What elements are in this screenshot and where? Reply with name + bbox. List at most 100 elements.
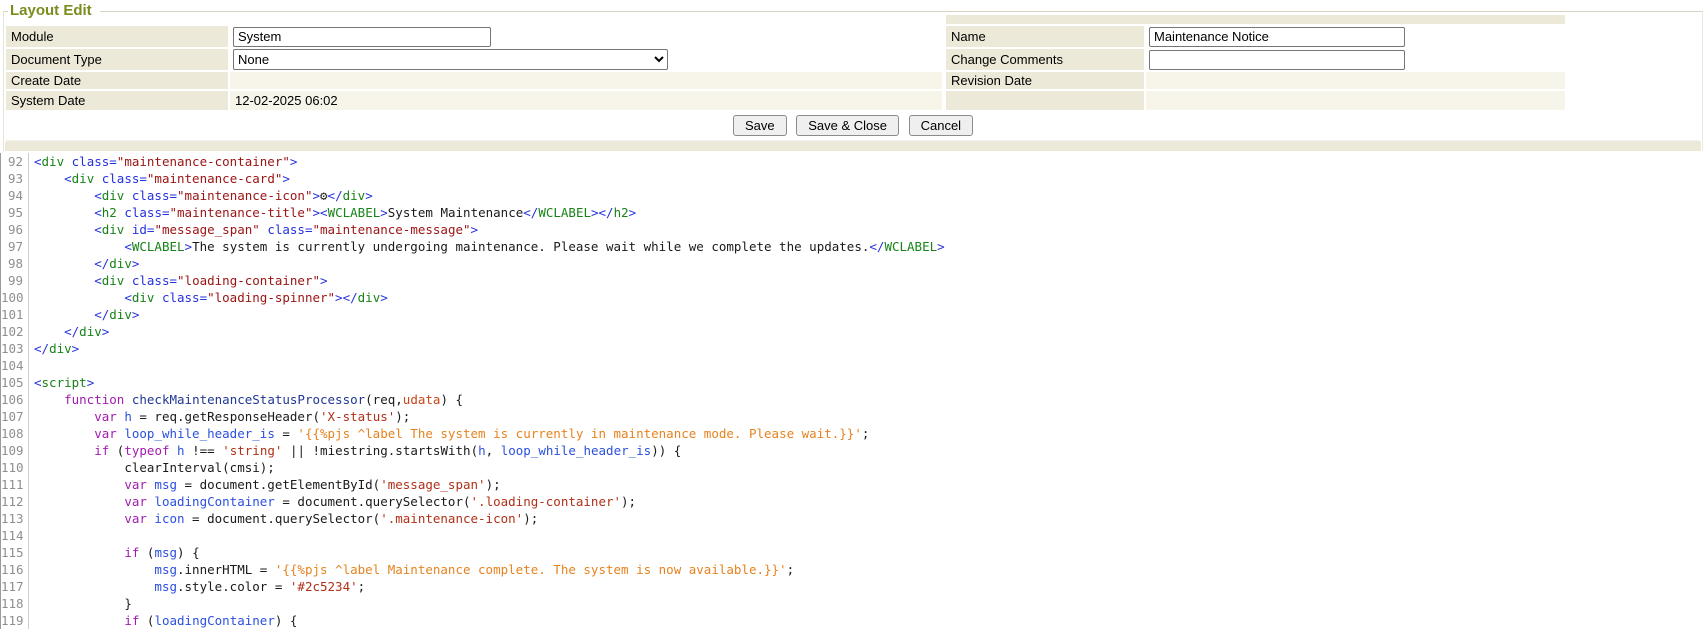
line-number: 102 — [1, 323, 29, 340]
empty-label-cell — [946, 91, 1144, 110]
code-text: <script> — [29, 374, 94, 391]
line-number: 112 — [1, 493, 29, 510]
line-number: 92 — [1, 153, 29, 170]
code-text: <div id="message_span" class="maintenanc… — [29, 221, 478, 238]
code-text: if (typeof h !== 'string' || !miestring.… — [29, 442, 681, 459]
code-text: var h = req.getResponseHeader('X-status'… — [29, 408, 410, 425]
code-text: <h2 class="maintenance-title"><WCLABEL>S… — [29, 204, 636, 221]
code-line: 118 } — [1, 595, 1706, 612]
code-text: if (msg) { — [29, 544, 200, 561]
code-line: 116 msg.innerHTML = '{{%pjs ^label Maint… — [1, 561, 1706, 578]
code-line: 97 <WCLABEL>The system is currently unde… — [1, 238, 1706, 255]
code-text — [29, 527, 34, 544]
change-comments-input[interactable] — [1149, 50, 1405, 70]
code-text: </div> — [29, 306, 139, 323]
code-text: </div> — [29, 255, 139, 272]
code-line: 101 </div> — [1, 306, 1706, 323]
code-text: function checkMaintenanceStatusProcessor… — [29, 391, 463, 408]
code-line: 109 if (typeof h !== 'string' || !miestr… — [1, 442, 1706, 459]
code-line: 108 var loop_while_header_is = '{{%pjs ^… — [1, 425, 1706, 442]
code-text: <div class="maintenance-card"> — [29, 170, 290, 187]
code-text: <div class="maintenance-container"> — [29, 153, 297, 170]
cancel-button[interactable]: Cancel — [909, 115, 973, 136]
page-title: Layout Edit — [8, 1, 100, 21]
code-line: 92<div class="maintenance-container"> — [1, 153, 1706, 170]
line-number: 106 — [1, 391, 29, 408]
code-editor[interactable]: 92<div class="maintenance-container">93 … — [0, 153, 1706, 629]
line-number: 111 — [1, 476, 29, 493]
line-number: 114 — [1, 527, 29, 544]
code-line: 95 <h2 class="maintenance-title"><WCLABE… — [1, 204, 1706, 221]
name-input[interactable] — [1149, 27, 1405, 47]
document-type-select[interactable]: None — [233, 49, 668, 70]
line-number: 118 — [1, 595, 29, 612]
code-line: 110 clearInterval(cmsi); — [1, 459, 1706, 476]
code-line: 104 — [1, 357, 1706, 374]
revision-date-value — [1146, 72, 1565, 89]
code-line: 113 var icon = document.querySelector('.… — [1, 510, 1706, 527]
change-comments-label: Change Comments — [946, 49, 1144, 70]
code-text: var msg = document.getElementById('messa… — [29, 476, 501, 493]
code-text: var icon = document.querySelector('.main… — [29, 510, 538, 527]
code-line: 119 if (loadingContainer) { — [1, 612, 1706, 629]
code-text: </div> — [29, 340, 79, 357]
line-number: 95 — [1, 204, 29, 221]
code-line: 114 — [1, 527, 1706, 544]
code-line: 117 msg.style.color = '#2c5234'; — [1, 578, 1706, 595]
line-number: 103 — [1, 340, 29, 357]
button-row: Save Save & Close Cancel — [4, 112, 1702, 138]
line-number: 97 — [1, 238, 29, 255]
line-number: 94 — [1, 187, 29, 204]
code-line: 106 function checkMaintenanceStatusProce… — [1, 391, 1706, 408]
line-number: 119 — [1, 612, 29, 629]
line-number: 110 — [1, 459, 29, 476]
code-line: 111 var msg = document.getElementById('m… — [1, 476, 1706, 493]
line-number: 105 — [1, 374, 29, 391]
code-line: 112 var loadingContainer = document.quer… — [1, 493, 1706, 510]
line-number: 101 — [1, 306, 29, 323]
code-text: clearInterval(cmsi); — [29, 459, 275, 476]
document-type-label: Document Type — [6, 49, 228, 70]
name-label: Name — [946, 26, 1144, 47]
module-input[interactable] — [233, 27, 491, 47]
form-footer-strip — [5, 140, 1701, 151]
line-number: 99 — [1, 272, 29, 289]
code-text: <div class="loading-spinner"></div> — [29, 289, 388, 306]
save-close-button[interactable]: Save & Close — [796, 115, 899, 136]
line-number: 100 — [1, 289, 29, 306]
layout-edit-panel: Layout Edit Module Document Type None Cr… — [3, 11, 1703, 151]
code-text: msg.style.color = '#2c5234'; — [29, 578, 365, 595]
line-number: 115 — [1, 544, 29, 561]
code-text: <WCLABEL>The system is currently undergo… — [29, 238, 945, 255]
code-line: 96 <div id="message_span" class="mainten… — [1, 221, 1706, 238]
code-line: 105<script> — [1, 374, 1706, 391]
module-label: Module — [6, 26, 228, 47]
empty-value-cell — [1146, 91, 1565, 110]
code-text: var loadingContainer = document.querySel… — [29, 493, 636, 510]
line-number: 93 — [1, 170, 29, 187]
form-area: Module Document Type None Create Date Sy… — [4, 12, 1702, 112]
code-text: msg.innerHTML = '{{%pjs ^label Maintenan… — [29, 561, 794, 578]
code-line: 100 <div class="loading-spinner"></div> — [1, 289, 1706, 306]
code-text: if (loadingContainer) { — [29, 612, 297, 629]
system-date-label: System Date — [6, 91, 228, 110]
line-number: 117 — [1, 578, 29, 595]
line-number: 108 — [1, 425, 29, 442]
line-number: 113 — [1, 510, 29, 527]
code-line: 103</div> — [1, 340, 1706, 357]
code-text — [29, 357, 34, 374]
create-date-value — [230, 72, 942, 89]
save-button[interactable]: Save — [733, 115, 787, 136]
spacer-strip — [946, 15, 1565, 24]
spacer-cell — [230, 15, 942, 24]
code-text: </div> — [29, 323, 109, 340]
code-line: 93 <div class="maintenance-card"> — [1, 170, 1706, 187]
code-line: 107 var h = req.getResponseHeader('X-sta… — [1, 408, 1706, 425]
line-number: 96 — [1, 221, 29, 238]
code-line: 94 <div class="maintenance-icon">⚙</div> — [1, 187, 1706, 204]
revision-date-label: Revision Date — [946, 72, 1144, 89]
code-line: 102 </div> — [1, 323, 1706, 340]
code-line: 115 if (msg) { — [1, 544, 1706, 561]
code-text: <div class="maintenance-icon">⚙</div> — [29, 187, 373, 204]
code-line: 98 </div> — [1, 255, 1706, 272]
